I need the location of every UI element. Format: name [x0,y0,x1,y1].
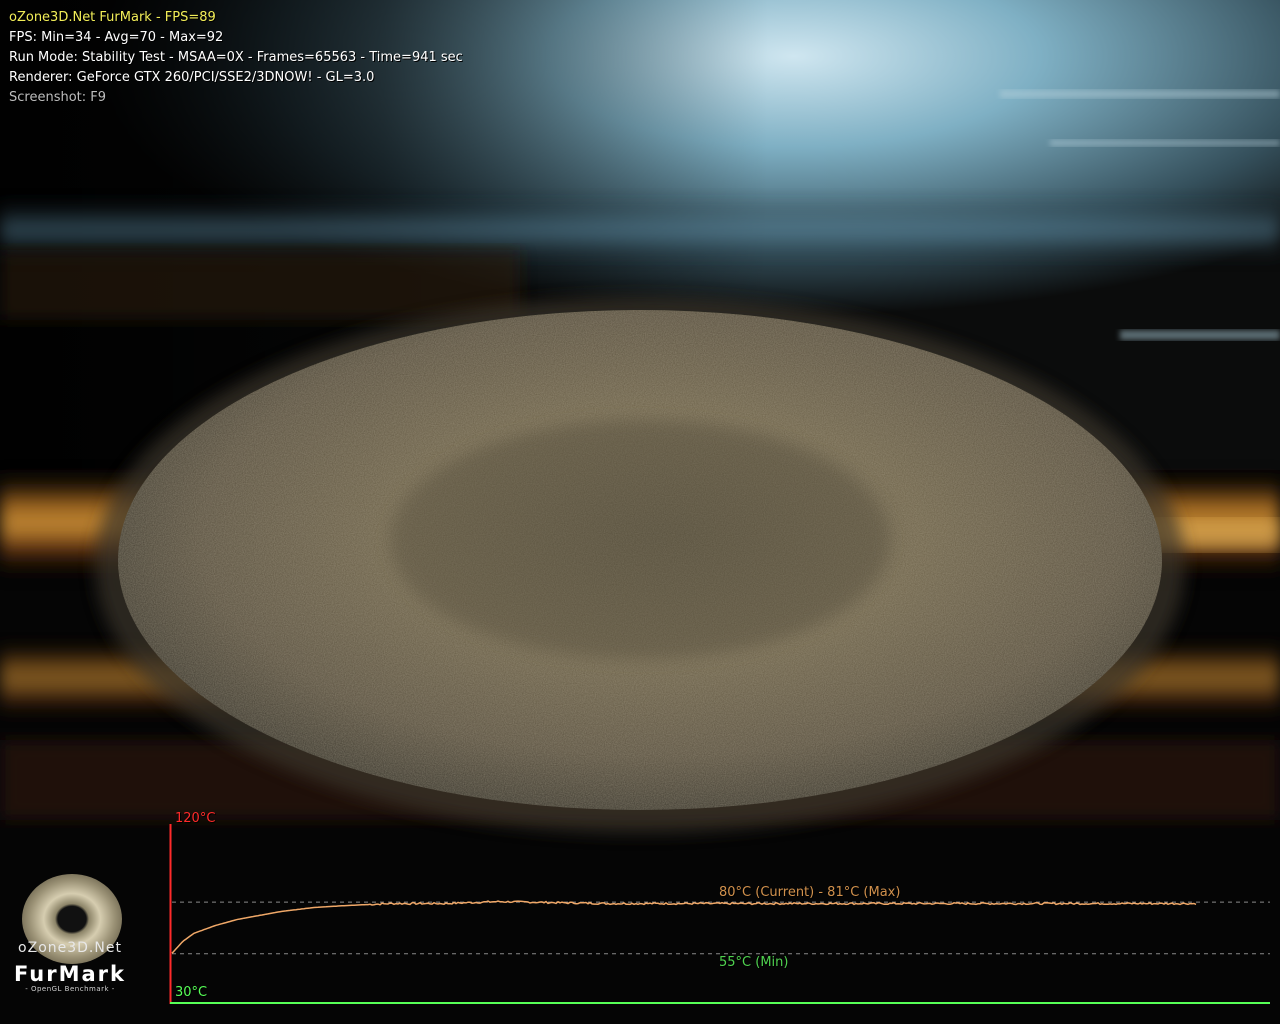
furmark-logo: oZone3D.Net FurMark - OpenGL Benchmark - [8,872,134,1002]
hud-run-mode: Run Mode: Stability Test - MSAA=0X - Fra… [9,50,463,65]
logo-product: FurMark [14,962,126,986]
hud-renderer: Renderer: GeForce GTX 260/PCI/SSE2/3DNOW… [9,70,375,85]
furmark-render-scene [0,0,1280,1024]
current-max-temp-label: 80°C (Current) - 81°C (Max) [719,885,901,900]
logo-brand: oZone3D.Net [18,940,122,956]
hud-title: oZone3D.Net FurMark - FPS=89 [9,10,216,25]
axis-min-label: 30°C [175,985,208,1000]
axis-max-label: 120°C [175,811,216,826]
hud-fps-stats: FPS: Min=34 - Avg=70 - Max=92 [9,30,224,45]
hud-screenshot-hint: Screenshot: F9 [9,90,107,105]
logo-subtitle: - OpenGL Benchmark - [25,985,115,993]
min-temp-label: 55°C (Min) [719,955,789,970]
